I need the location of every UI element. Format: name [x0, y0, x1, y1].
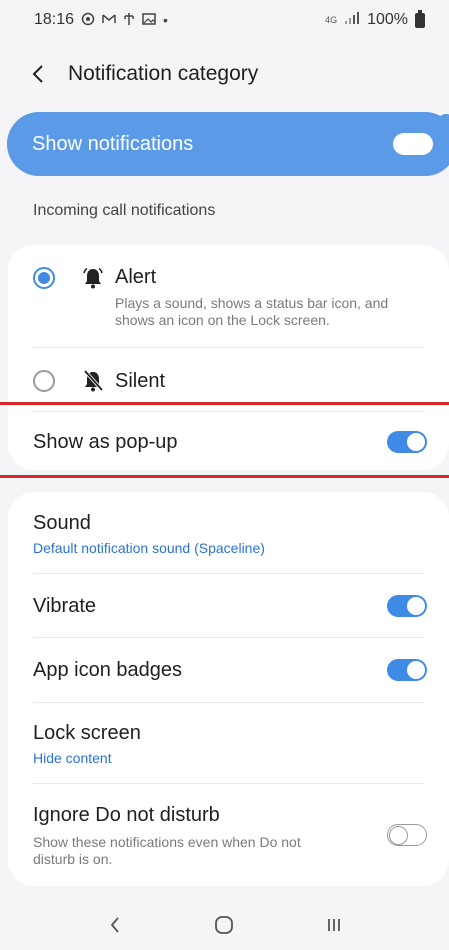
- status-left: 18:16 •: [34, 11, 168, 29]
- show-popup-label: Show as pop-up: [33, 431, 178, 453]
- notification-settings-card: Sound Default notification sound (Spacel…: [8, 492, 449, 886]
- vibrate-row[interactable]: Vibrate: [8, 574, 449, 636]
- bell-off-icon: [82, 369, 104, 393]
- silent-option[interactable]: Silent: [8, 348, 449, 410]
- section-header: Incoming call notifications: [33, 202, 216, 219]
- app-icon-badges-title: App icon badges: [33, 659, 183, 681]
- ignore-dnd-title: Ignore Do not disturb: [33, 804, 220, 826]
- nav-recents-icon[interactable]: [314, 905, 354, 945]
- alert-radio[interactable]: [33, 267, 55, 289]
- status-time: 18:16: [34, 11, 75, 28]
- whatsapp-icon: [81, 12, 95, 29]
- highlight-line-top: [0, 402, 449, 405]
- image-icon: [142, 12, 156, 28]
- signal-icon: [344, 11, 360, 30]
- alert-title: Alert: [115, 266, 157, 288]
- silent-radio[interactable]: [33, 370, 55, 392]
- battery-percent: 100%: [367, 11, 408, 28]
- vibrate-title: Vibrate: [33, 595, 97, 617]
- show-notifications-toggle[interactable]: [393, 133, 433, 155]
- show-popup-toggle[interactable]: [387, 431, 427, 453]
- network-type-icon: 4G: [325, 14, 338, 25]
- nav-home-icon[interactable]: [204, 905, 244, 945]
- sound-row[interactable]: Sound Default notification sound (Spacel…: [8, 492, 449, 573]
- call-notification-card: Alert Plays a sound, shows a status bar …: [8, 245, 449, 470]
- app-icon-badges-toggle[interactable]: [387, 659, 427, 681]
- nav-back-icon[interactable]: [95, 905, 135, 945]
- battery-icon: [415, 9, 425, 28]
- lock-screen-title: Lock screen: [33, 722, 141, 744]
- alert-description: Plays a sound, shows a status bar icon, …: [115, 295, 389, 328]
- silent-title: Silent: [115, 370, 166, 392]
- lock-screen-value: Hide content: [33, 750, 112, 766]
- lock-screen-row[interactable]: Lock screen Hide content: [8, 703, 449, 783]
- ignore-dnd-description: Show these notifications even when Do no…: [33, 834, 301, 867]
- app-icon-badges-row[interactable]: App icon badges: [8, 638, 449, 702]
- navigation-bar: [0, 900, 449, 950]
- show-notifications-switch-bar[interactable]: Show notifications: [7, 112, 449, 176]
- dot-icon: •: [163, 12, 168, 28]
- sound-title: Sound: [33, 512, 91, 534]
- show-popup-row[interactable]: Show as pop-up: [8, 412, 449, 470]
- highlight-line-bottom: [0, 475, 449, 478]
- ignore-dnd-row[interactable]: Ignore Do not disturb Show these notific…: [8, 784, 449, 886]
- mail-icon: [102, 12, 116, 28]
- alert-option[interactable]: Alert Plays a sound, shows a status bar …: [8, 245, 449, 347]
- page-title: Notification category: [68, 62, 259, 85]
- status-bar: 18:16 • 4G 100%: [0, 0, 449, 40]
- show-notifications-label: Show notifications: [32, 132, 194, 155]
- sound-value: Default notification sound (Spaceline): [33, 540, 265, 556]
- app-bar: Notification category: [0, 52, 449, 96]
- ignore-dnd-toggle[interactable]: [387, 824, 427, 846]
- vibrate-toggle[interactable]: [387, 595, 427, 617]
- status-right: 4G 100%: [325, 9, 425, 30]
- bell-ring-icon: [82, 266, 104, 290]
- back-arrow-icon[interactable]: [32, 59, 52, 89]
- usb-icon: [123, 12, 135, 29]
